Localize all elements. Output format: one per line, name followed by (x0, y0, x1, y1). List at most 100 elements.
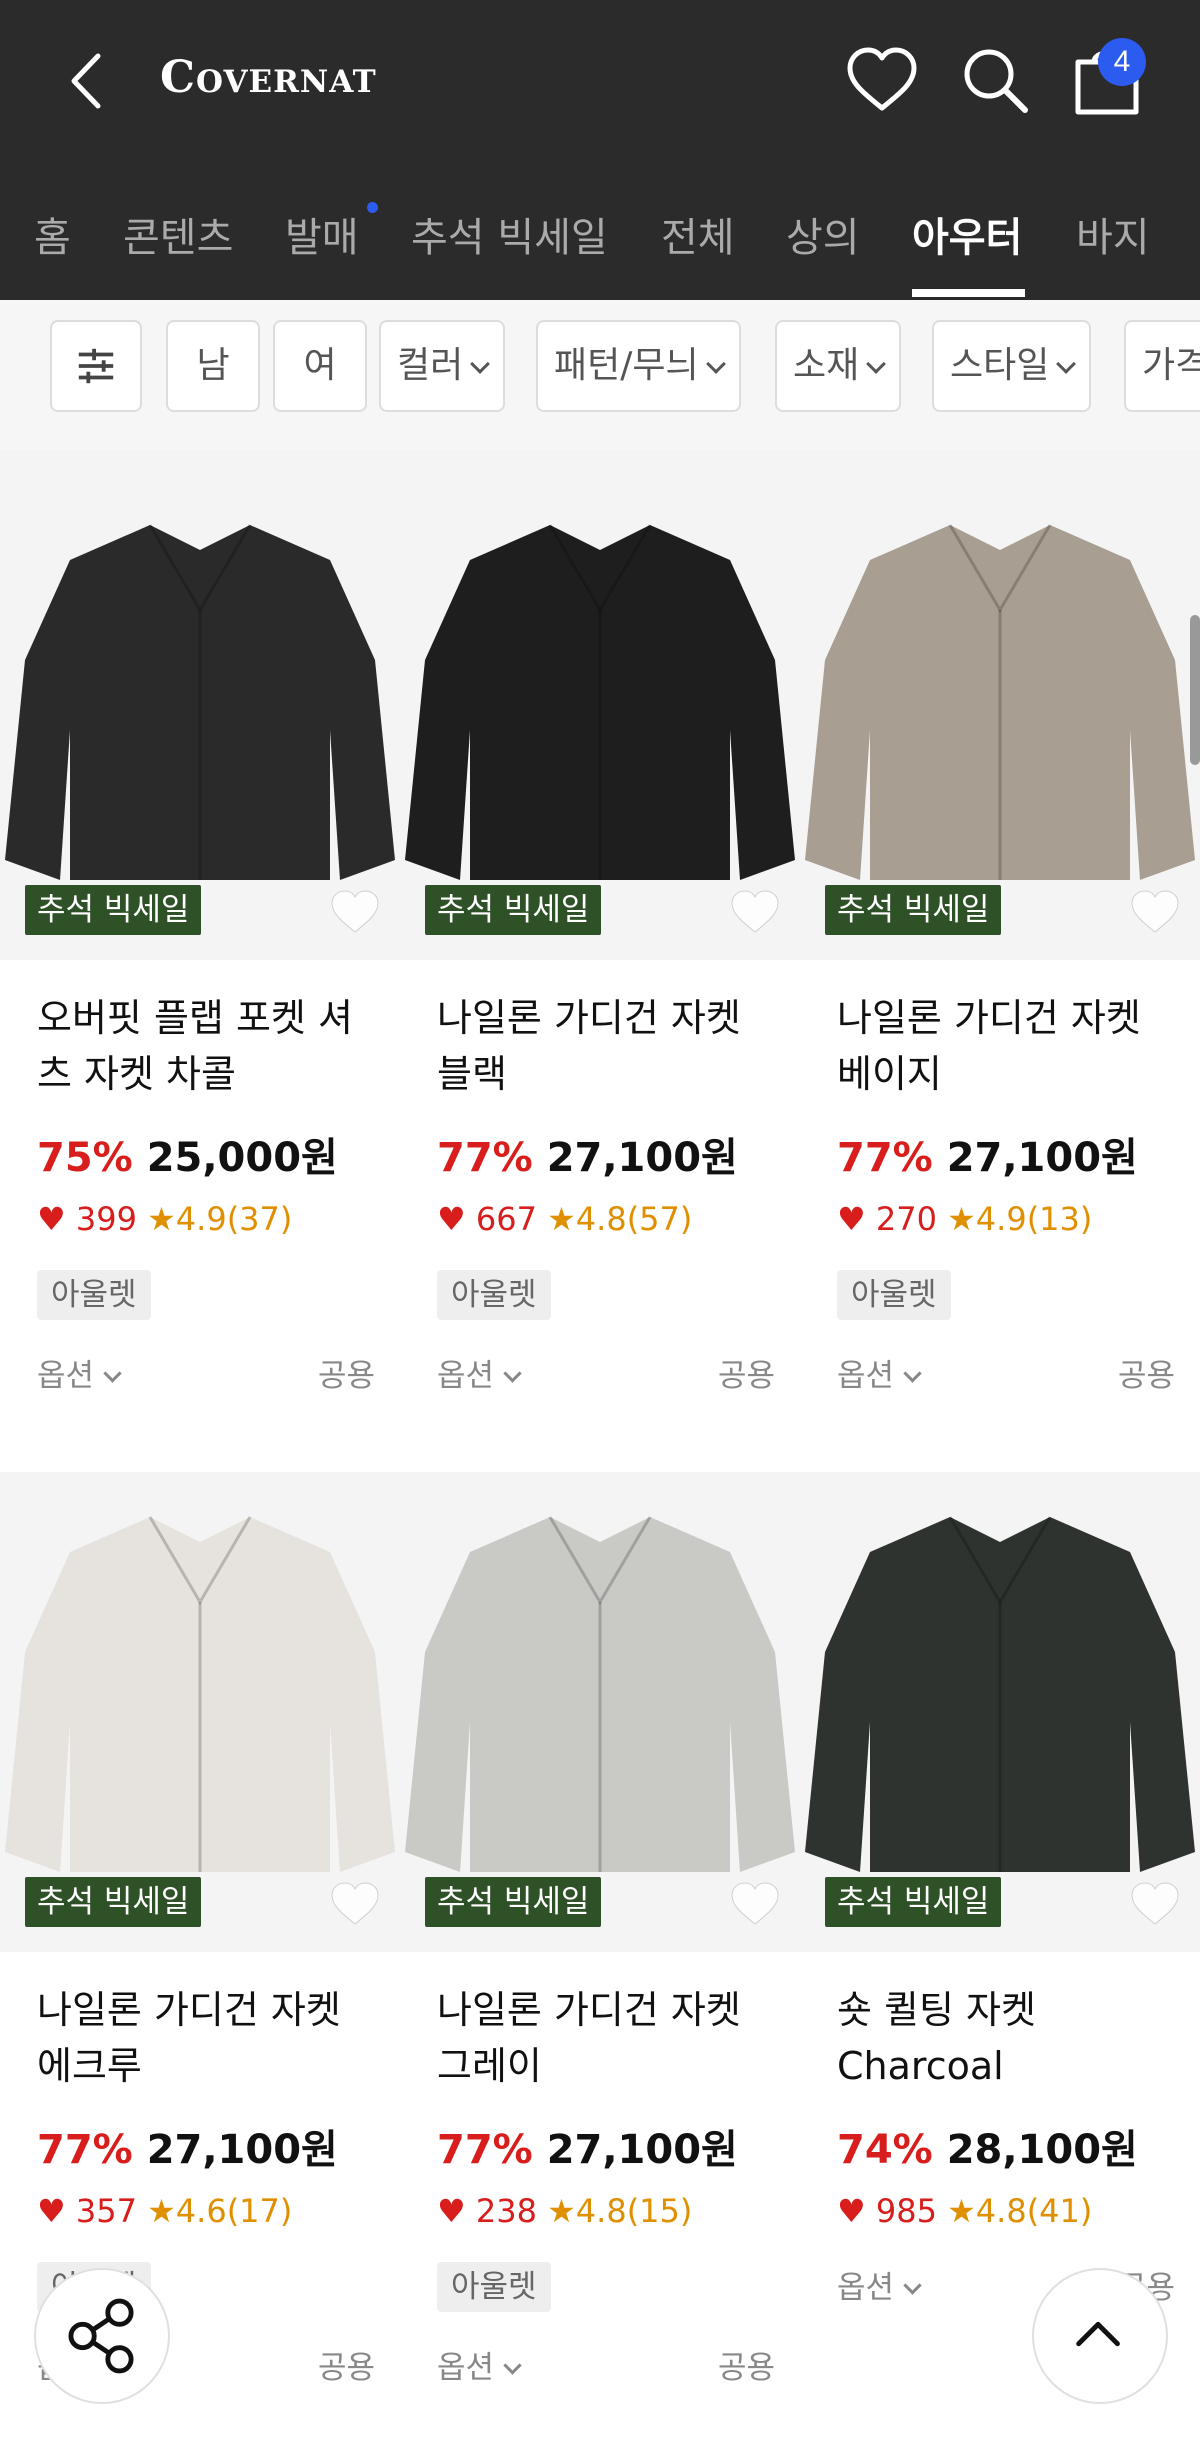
rating: 4.8(15) (575, 2192, 693, 2230)
product-image[interactable]: 추석 빅세일 (800, 1472, 1200, 1952)
product-name[interactable]: 나일론 가디건 자켓 블랙 (437, 990, 782, 1102)
filter-label: 컬러 (397, 345, 464, 386)
share-icon (68, 2298, 134, 2374)
product-name[interactable]: 나일론 가디건 자켓 베이지 (837, 990, 1182, 1102)
product-stats: ♥ 399 ★4.9(37) (37, 1200, 292, 1238)
chevron-down-icon (903, 1364, 922, 1383)
product-image[interactable]: 추석 빅세일 (0, 480, 400, 960)
cart-count-badge: 4 (1098, 38, 1146, 86)
heart-icon: ♥ (37, 2192, 66, 2230)
option-dropdown[interactable]: 옵션 (837, 2262, 922, 2307)
filter-style[interactable]: 스타일 (932, 320, 1092, 412)
product-price: 77% 27,100원 (437, 1125, 738, 1183)
product-image[interactable]: 추석 빅세일 (400, 480, 800, 960)
product-name[interactable]: 나일론 가디건 자켓 그레이 (437, 1982, 782, 2094)
option-dropdown[interactable]: 옵션 (437, 2342, 522, 2387)
discount-rate: 77% (837, 1135, 933, 1181)
star-icon: ★ (947, 2192, 976, 2230)
share-button[interactable] (34, 2268, 170, 2404)
product-stats: ♥ 667 ★4.8(57) (437, 1200, 692, 1238)
option-dropdown[interactable]: 옵션 (37, 1350, 122, 1395)
outlet-tag: 아울렛 (437, 1270, 551, 1320)
filter-material[interactable]: 소재 (775, 320, 902, 412)
tab-pants[interactable]: 바지 (1076, 205, 1150, 263)
filter-price[interactable]: 가격 (1124, 320, 1200, 412)
option-label: 옵션 (37, 1358, 95, 1394)
sale-badge: 추석 빅세일 (25, 885, 202, 935)
filter-women[interactable]: 여 (273, 320, 367, 412)
wishlist-heart-icon[interactable] (1128, 888, 1182, 936)
product-price: 77% 27,100원 (37, 2117, 338, 2175)
heart-icon: ♥ (37, 1200, 66, 1238)
filter-label: 스타일 (950, 345, 1050, 386)
gender-label: 공용 (317, 1358, 375, 1394)
product-stats: ♥ 985 ★4.8(41) (837, 2192, 1092, 2230)
product-price: 77% 27,100원 (437, 2117, 738, 2175)
outlet-tag: 아울렛 (437, 2262, 551, 2312)
option-dropdown[interactable]: 옵션 (837, 1350, 922, 1395)
chevron-down-icon (503, 1364, 522, 1383)
product-image[interactable]: 추석 빅세일 (0, 1472, 400, 1952)
product-image[interactable]: 추석 빅세일 (800, 480, 1200, 960)
option-dropdown[interactable]: 옵션 (437, 1350, 522, 1395)
chevron-down-icon (1056, 354, 1077, 374)
sale-badge: 추석 빅세일 (25, 1877, 202, 1927)
discount-rate: 77% (437, 1135, 533, 1181)
wishlist-heart-icon[interactable] (328, 1880, 382, 1928)
tab-all[interactable]: 전체 (661, 205, 735, 263)
filter-color[interactable]: 컬러 (379, 320, 506, 412)
filter-settings-button[interactable] (50, 320, 142, 412)
sale-price: 28,100원 (946, 2127, 1138, 2173)
like-count: 399 (75, 1200, 137, 1238)
scroll-top-button[interactable] (1032, 2268, 1168, 2404)
product-name[interactable]: 오버핏 플랩 포켓 셔츠 자켓 차콜 (37, 990, 382, 1102)
product-stats: ♥ 270 ★4.9(13) (837, 1200, 1092, 1238)
filter-men[interactable]: 남 (166, 320, 260, 412)
search-icon[interactable] (955, 40, 1035, 120)
filter-label: 남 (196, 345, 230, 386)
sale-badge: 추석 빅세일 (825, 1877, 1002, 1927)
gender-label: 공용 (717, 1358, 775, 1394)
like-count: 238 (475, 2192, 537, 2230)
star-icon: ★ (947, 1200, 976, 1238)
brand-logo[interactable]: Covernat (160, 52, 377, 103)
product-price: 77% 27,100원 (837, 1125, 1138, 1183)
heart-icon: ♥ (837, 1200, 866, 1238)
sale-price: 27,100원 (546, 1135, 738, 1181)
star-icon: ★ (147, 1200, 176, 1238)
product-name[interactable]: 나일론 가디건 자켓 에크루 (37, 1982, 382, 2094)
wishlist-heart-icon[interactable] (1128, 1880, 1182, 1928)
sale-badge: 추석 빅세일 (825, 885, 1002, 935)
wishlist-heart-icon[interactable] (728, 1880, 782, 1928)
chevron-down-icon (470, 354, 491, 374)
tab-home[interactable]: 홈 (34, 205, 71, 263)
like-count: 667 (475, 1200, 537, 1238)
sale-price: 27,100원 (946, 1135, 1138, 1181)
sale-price: 25,000원 (146, 1135, 338, 1181)
product-stats: ♥ 238 ★4.8(15) (437, 2192, 692, 2230)
tab-release[interactable]: 발매 (285, 205, 359, 263)
star-icon: ★ (547, 2192, 576, 2230)
product-name[interactable]: 숏 퀼팅 자켓 Charcoal (837, 1982, 1182, 2094)
scrollbar[interactable] (1190, 615, 1200, 765)
tab-chuseok-sale[interactable]: 추석 빅세일 (411, 205, 608, 263)
star-icon: ★ (147, 2192, 176, 2230)
wishlist-heart-icon[interactable] (728, 888, 782, 936)
heart-icon: ♥ (837, 2192, 866, 2230)
filter-pattern[interactable]: 패턴/무늬 (536, 320, 741, 412)
filter-label: 패턴/무늬 (554, 345, 699, 386)
tab-tops[interactable]: 상의 (786, 205, 860, 263)
heart-icon[interactable] (842, 40, 922, 120)
chevron-up-icon (1076, 2321, 1120, 2347)
discount-rate: 77% (437, 2127, 533, 2173)
filter-label: 소재 (793, 345, 860, 386)
back-arrow-icon[interactable] (62, 48, 112, 114)
product-stats: ♥ 357 ★4.6(17) (37, 2192, 292, 2230)
tab-outer[interactable]: 아우터 (912, 205, 1022, 263)
tab-contents[interactable]: 콘텐츠 (123, 205, 233, 263)
product-image[interactable]: 추석 빅세일 (400, 1472, 800, 1952)
rating: 4.9(37) (175, 1200, 293, 1238)
wishlist-heart-icon[interactable] (328, 888, 382, 936)
sale-price: 27,100원 (546, 2127, 738, 2173)
like-count: 270 (875, 1200, 937, 1238)
